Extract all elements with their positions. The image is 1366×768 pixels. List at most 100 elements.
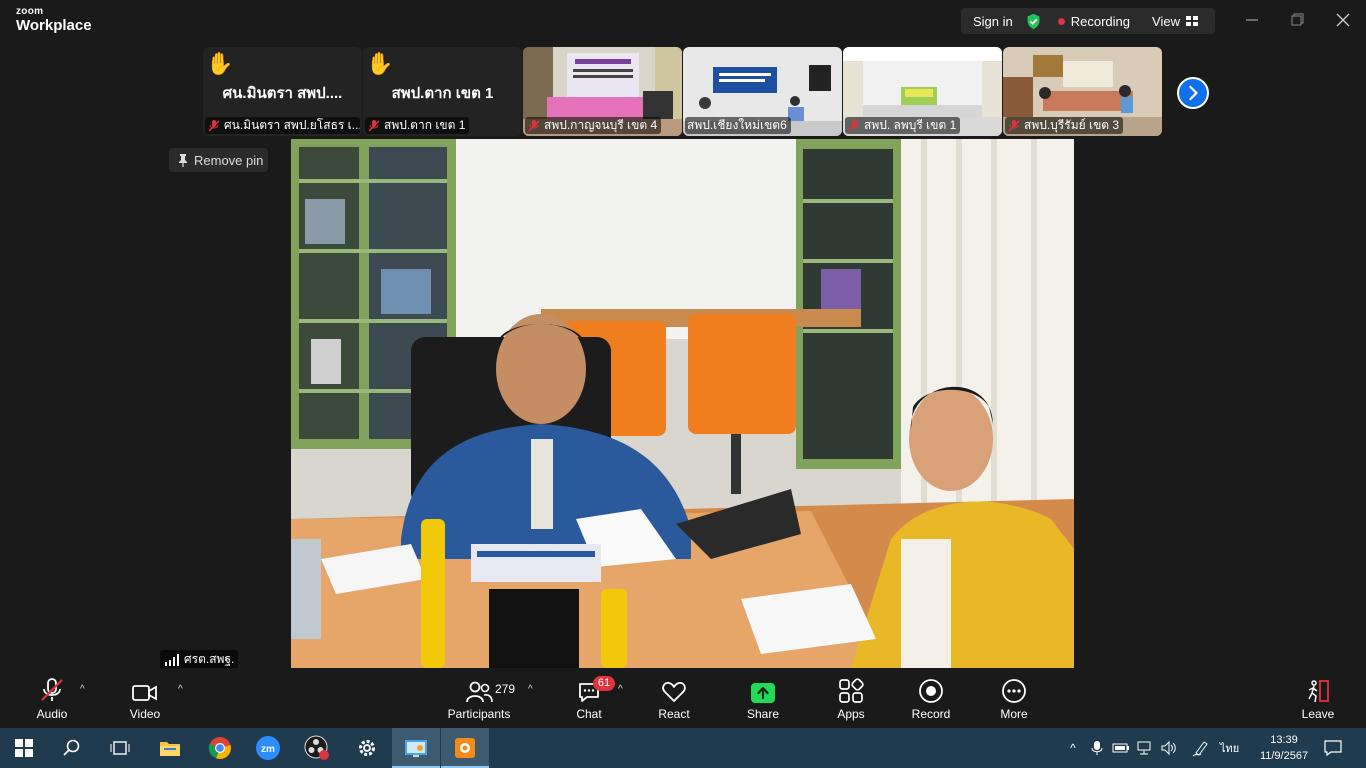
- participants-label: Participants: [447, 707, 511, 721]
- participants-options-caret-icon[interactable]: ^: [528, 684, 533, 695]
- notification-icon: [1324, 740, 1342, 757]
- recording-status[interactable]: Recording: [1071, 14, 1130, 29]
- participant-display-name: สพป.ตาก เขต 1: [391, 85, 494, 102]
- folder-icon: [160, 742, 180, 756]
- pen-ink-icon[interactable]: [1192, 739, 1210, 757]
- participant-label: ศน.มินตรา สพป.ยโสธร เ...: [205, 117, 360, 134]
- participant-tile[interactable]: ✋ ศน.มินตรา สพป.... ศน.มินตรา สพป.ยโสธร …: [203, 47, 362, 136]
- mic-muted-icon: [368, 119, 380, 131]
- svg-text:zm: zm: [261, 744, 275, 755]
- recording-dot-icon: [1057, 17, 1065, 25]
- more-ellipsis-icon: [1002, 679, 1026, 703]
- minimize-icon[interactable]: [1242, 10, 1262, 30]
- audio-options-caret-icon[interactable]: ^: [80, 684, 85, 695]
- more-label: More: [1000, 707, 1028, 721]
- participant-label-text: ศน.มินตรา สพป.ยโสธร เ...: [224, 118, 360, 132]
- video-label: Video: [129, 707, 161, 721]
- participant-strip: ✋ ศน.มินตรา สพป.... ศน.มินตรา สพป.ยโสธร …: [203, 47, 1163, 136]
- mic-muted-icon: [848, 119, 860, 131]
- participant-label-text: สพป.บุรีรัมย์ เขต 3: [1024, 118, 1120, 132]
- video-options-caret-icon[interactable]: ^: [178, 684, 183, 695]
- record-icon: [919, 679, 943, 703]
- video-camera-icon: [132, 685, 157, 701]
- leave-exit-icon: [1308, 680, 1329, 703]
- participant-tile[interactable]: ✋ สพป.ตาก เขต 1 สพป.ตาก เขต 1: [363, 47, 522, 136]
- windows-taskbar: zm ^ ไทย 13:39 11/9/2567: [0, 728, 1366, 768]
- restore-icon[interactable]: [1287, 10, 1307, 30]
- taskbar-remote-app[interactable]: [392, 728, 440, 768]
- logo-zoom-text: zoom: [16, 6, 44, 17]
- raised-hand-icon: ✋: [206, 51, 234, 76]
- react-label: React: [658, 707, 690, 721]
- taskbar-clock[interactable]: 13:39 11/9/2567: [1252, 732, 1316, 764]
- chat-label: Chat: [576, 707, 602, 721]
- show-hidden-icons-chevron-icon[interactable]: ^: [1064, 741, 1082, 755]
- taskbar-zoom[interactable]: zm: [244, 728, 292, 768]
- next-page-chevron-icon[interactable]: [1177, 77, 1209, 109]
- participant-video-tile[interactable]: สพป.บุรีรัมย์ เขต 3: [1003, 47, 1162, 136]
- participant-video-tile[interactable]: สพป.เชียงใหม่เขต6: [683, 47, 842, 136]
- participants-button[interactable]: Participants: [446, 668, 512, 728]
- battery-icon[interactable]: [1112, 741, 1130, 755]
- mic-muted-icon: [528, 119, 540, 131]
- sign-in-button[interactable]: Sign in: [973, 14, 1013, 29]
- chrome-icon: [208, 737, 231, 760]
- record-button[interactable]: Record: [908, 668, 954, 728]
- chat-options-caret-icon[interactable]: ^: [618, 684, 623, 695]
- participants-icon: [466, 681, 493, 703]
- taskbar-file-explorer[interactable]: [146, 728, 194, 768]
- chat-unread-badge: 61: [593, 676, 615, 691]
- audio-button[interactable]: Audio: [30, 668, 74, 728]
- speaker-name-badge: ศรต.สพฐ.: [160, 650, 239, 669]
- apps-label: Apps: [837, 707, 865, 721]
- mic-muted-icon: [208, 119, 220, 131]
- close-icon[interactable]: [1333, 10, 1353, 30]
- view-button[interactable]: View: [1152, 14, 1180, 29]
- gear-icon: [359, 740, 375, 756]
- participant-label-text: สพป.เชียงใหม่เขต6: [687, 118, 787, 132]
- heart-icon: [662, 682, 686, 702]
- participant-label-text: สพป.กาญจนบุรี เขต 4: [544, 118, 658, 132]
- taskbar-zoom-meeting[interactable]: [441, 728, 489, 768]
- start-button[interactable]: [0, 728, 48, 768]
- title-bar: zoom Workplace Sign in Recording View: [0, 0, 1366, 44]
- meeting-top-controls: Sign in Recording View: [961, 8, 1215, 34]
- input-language-indicator[interactable]: ไทย: [1220, 739, 1239, 757]
- notification-center-button[interactable]: [1323, 728, 1343, 768]
- taskbar-settings[interactable]: [343, 728, 391, 768]
- meeting-toolbar: Audio ^ Video ^ Participants 279 ^ Chat …: [0, 668, 1366, 728]
- video-button[interactable]: Video: [124, 668, 166, 728]
- participant-video-tile[interactable]: สพป. ลพบุรี เขต 1: [843, 47, 1002, 136]
- pin-icon: [179, 153, 187, 167]
- react-button[interactable]: React: [653, 668, 695, 728]
- main-speaker-video[interactable]: [291, 139, 1074, 668]
- share-screen-button[interactable]: Share: [743, 668, 783, 728]
- taskbar-chrome[interactable]: [196, 728, 244, 768]
- speaker-name: ศรต.สพฐ.: [184, 652, 235, 666]
- shield-check-icon[interactable]: [1025, 13, 1042, 30]
- audio-label: Audio: [36, 707, 68, 721]
- apps-button[interactable]: Apps: [833, 668, 869, 728]
- network-icon[interactable]: [1136, 740, 1154, 756]
- more-button[interactable]: More: [995, 668, 1033, 728]
- participant-video-tile[interactable]: สพป.กาญจนบุรี เขต 4: [523, 47, 682, 136]
- clock-time: 13:39: [1270, 734, 1298, 746]
- share-label: Share: [746, 707, 780, 721]
- participant-label: สพป.กาญจนบุรี เขต 4: [525, 117, 662, 134]
- zoom-app-icon: zm: [256, 736, 280, 760]
- grid-view-icon[interactable]: [1185, 15, 1198, 27]
- remove-pin-button[interactable]: Remove pin: [169, 148, 268, 172]
- system-tray: ^ ไทย: [1064, 728, 1239, 768]
- zoom-meeting-window-icon: [455, 738, 475, 758]
- obs-app-icon: [304, 735, 329, 760]
- taskbar-obs[interactable]: [293, 728, 341, 768]
- participants-count: 279: [495, 682, 516, 696]
- microphone-tray-icon[interactable]: [1090, 740, 1104, 756]
- leave-label: Leave: [1301, 707, 1335, 721]
- task-view-button[interactable]: [96, 728, 144, 768]
- volume-icon[interactable]: [1160, 740, 1178, 756]
- mic-muted-icon: [1008, 119, 1020, 131]
- participant-label: สพป.ตาก เขต 1: [365, 117, 470, 134]
- leave-button[interactable]: Leave: [1300, 668, 1336, 728]
- search-button[interactable]: [48, 728, 96, 768]
